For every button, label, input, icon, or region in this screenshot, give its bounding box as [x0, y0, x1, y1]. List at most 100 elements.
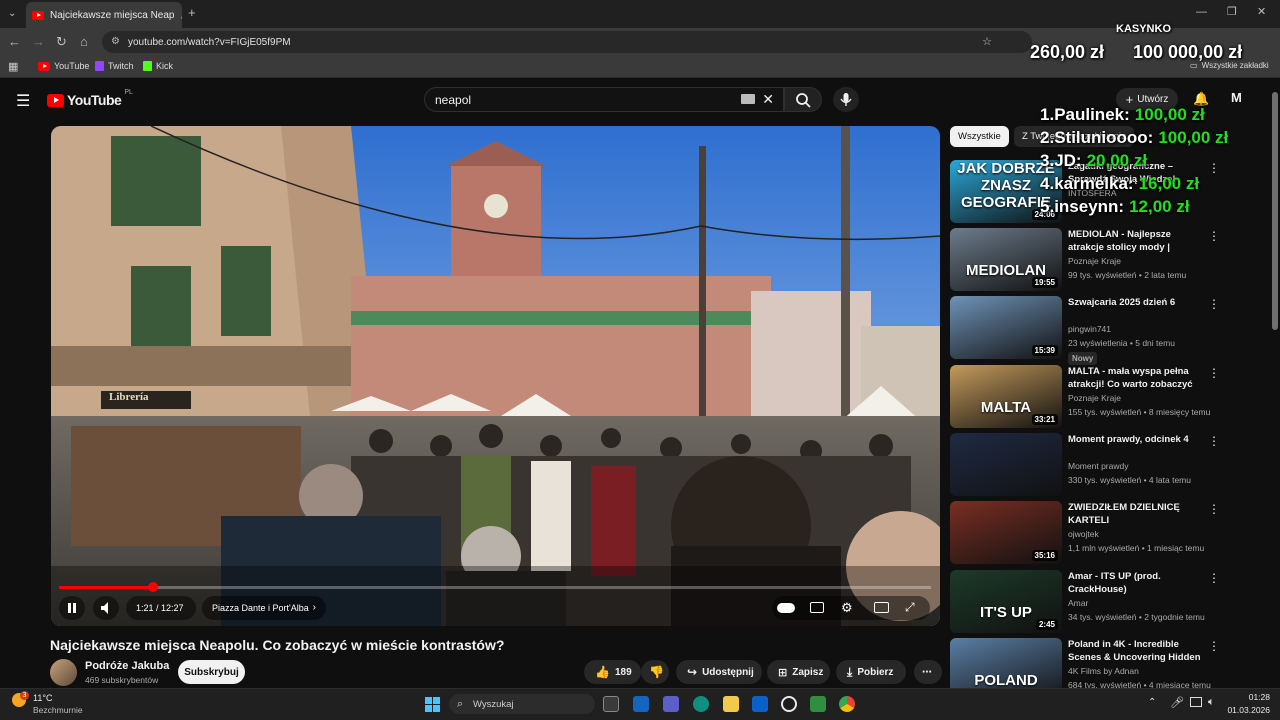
recommendation-title[interactable]: ZWIEDZIŁEM DZIELNICĘ KARTELI [1068, 501, 1204, 527]
recommendation-card[interactable]: MEDIOLAN 19:55 MEDIOLAN - Najlepsze atrakc… [950, 228, 1266, 292]
more-vertical-icon[interactable]: ⋮ [1208, 502, 1220, 516]
bookmark-kick[interactable]: Kick [143, 61, 173, 71]
recommendation-thumbnail[interactable]: MALTA 33:21 [950, 365, 1062, 428]
tab-search-chevron-icon[interactable]: ⌄ [8, 7, 16, 20]
more-vertical-icon[interactable]: ⋮ [1208, 571, 1220, 585]
keyboard-icon[interactable] [741, 94, 755, 104]
bookmark-star-icon[interactable]: ☆ [982, 35, 992, 48]
settings-gear-icon[interactable]: ⚙ [841, 600, 853, 616]
recommendation-title[interactable]: Amar - ITS UP (prod. CrackHouse) [1068, 570, 1204, 596]
chapter-button[interactable]: Piazza Dante i Port'Alba › [202, 596, 326, 620]
recommendation-title[interactable]: Szwajcaria 2025 dzień 6 [1068, 296, 1204, 309]
channel-avatar[interactable] [50, 659, 77, 686]
video-player[interactable]: Librería [51, 126, 940, 626]
download-button[interactable]: ⤓ Pobierz [836, 660, 906, 684]
recommendation-channel[interactable]: Poznaje Kraje [1068, 256, 1121, 266]
tray-overflow-chevron-icon[interactable]: ⌃ [1148, 697, 1156, 708]
recommendation-channel[interactable]: Moment prawdy [1068, 461, 1128, 471]
more-vertical-icon[interactable]: ⋮ [1208, 639, 1220, 653]
photo-app-icon[interactable] [633, 696, 649, 712]
recommendation-thumbnail[interactable]: IT'S UP 2:45 [950, 570, 1062, 633]
page-scrollbar-thumb[interactable] [1272, 92, 1278, 330]
recommendation-card[interactable]: 35:16 ZWIEDZIŁEM DZIELNICĘ KARTELI ojwojte… [950, 501, 1266, 565]
recommendation-thumbnail[interactable]: 15:39 [950, 296, 1062, 359]
seek-bar-handle[interactable] [148, 582, 158, 592]
recommendation-title[interactable]: MEDIOLAN - Najlepsze atrakcje stolicy mo… [1068, 228, 1204, 254]
recommendation-channel[interactable]: pingwin741 [1068, 324, 1111, 334]
miniplayer-icon[interactable] [874, 602, 889, 613]
more-actions-button[interactable]: ⋯ [914, 660, 942, 684]
save-button[interactable]: ⊞ Zapisz [767, 660, 830, 684]
start-windows-icon[interactable] [425, 697, 440, 712]
bookmark-youtube[interactable]: YouTube [38, 61, 89, 71]
mute-button[interactable] [93, 596, 119, 620]
address-bar[interactable]: ⚙ youtube.com/watch?v=FIGjE05f9PM ☆ [102, 31, 1032, 53]
clock-time[interactable]: 01:28 [1222, 692, 1270, 702]
search-button[interactable] [784, 87, 822, 112]
display-tray-icon[interactable] [1190, 697, 1202, 707]
browser-tab-active[interactable]: Najciekawsze miejsca Neap 🔊 ✕ [26, 2, 182, 28]
speaker-tray-icon[interactable]: 🔈︎ [1208, 696, 1215, 709]
recommendation-thumbnail[interactable]: MEDIOLAN 19:55 [950, 228, 1062, 291]
teams-icon[interactable] [663, 696, 679, 712]
app-icon[interactable] [781, 696, 797, 712]
recommendation-thumbnail[interactable] [950, 433, 1062, 496]
window-minimize-icon[interactable]: — [1196, 6, 1207, 19]
new-tab-icon[interactable]: + [188, 6, 196, 19]
like-button[interactable]: 👍 189 [584, 660, 641, 684]
home-icon[interactable]: ⌂ [80, 35, 88, 48]
file-explorer-icon[interactable] [723, 696, 739, 712]
recommendation-card[interactable]: MALTA 33:21 MALTA - mała wyspa pełna atrak… [950, 365, 1266, 429]
share-button[interactable]: ↪ Udostępnij [676, 660, 762, 684]
more-vertical-icon[interactable]: ⋮ [1208, 366, 1220, 380]
chrome-icon[interactable] [839, 696, 855, 712]
clear-search-icon[interactable]: ✕ [762, 91, 774, 108]
recommendation-channel[interactable]: Poznaje Kraje [1068, 393, 1121, 403]
search-input[interactable]: neapol ✕ [424, 87, 784, 112]
recommendation-card[interactable]: Moment prawdy, odcinek 4 Moment prawdy 330… [950, 433, 1266, 497]
site-info-icon[interactable]: ⚙ [111, 36, 120, 47]
reload-icon[interactable]: ↻ [56, 35, 67, 48]
tab-audio-icon[interactable]: 🔊 [181, 10, 183, 21]
task-view-icon[interactable] [603, 696, 619, 712]
fullscreen-icon[interactable]: ⤢ [905, 600, 915, 615]
recommendation-title[interactable]: Moment prawdy, odcinek 4 [1068, 433, 1204, 446]
hamburger-menu-icon[interactable]: ☰ [16, 91, 30, 111]
more-vertical-icon[interactable]: ⋮ [1208, 229, 1220, 243]
edge-icon[interactable] [693, 696, 709, 712]
more-vertical-icon[interactable]: ⋮ [1208, 161, 1220, 175]
dislike-button[interactable]: 👎 [641, 660, 669, 684]
youtube-logo[interactable]: YouTube PL [47, 89, 133, 108]
recommendation-channel[interactable]: ojwojtek [1068, 529, 1099, 539]
microphone-tray-icon[interactable]: 🎤︎ [1170, 696, 1184, 709]
channel-name[interactable]: Podróże Jakuba [85, 660, 169, 672]
recommendation-channel[interactable]: 4K Films by Adnan [1068, 666, 1139, 676]
avatar[interactable]: M [1231, 90, 1247, 106]
subscribe-button[interactable]: Subskrybuj [178, 660, 245, 684]
recommendation-card[interactable]: IT'S UP 2:45 Amar - ITS UP (prod. CrackHou… [950, 570, 1266, 634]
recommendation-title[interactable]: Poland in 4K - Incredible Scenes & Uncov… [1068, 638, 1204, 664]
recommendation-channel[interactable]: Amar [1068, 598, 1088, 608]
chip-all[interactable]: Wszystkie [950, 126, 1009, 147]
subtitles-icon[interactable] [810, 602, 824, 613]
more-vertical-icon[interactable]: ⋮ [1208, 434, 1220, 448]
weather-temp[interactable]: 11°C [33, 693, 52, 703]
bookmark-twitch[interactable]: Twitch [95, 61, 134, 71]
seek-bar[interactable] [59, 586, 931, 589]
pause-button[interactable] [59, 596, 85, 620]
forward-icon[interactable]: → [32, 35, 45, 48]
autoplay-toggle[interactable] [777, 603, 795, 613]
taskbar-search-input[interactable]: ⌕ Wyszukaj [449, 694, 595, 714]
more-vertical-icon[interactable]: ⋮ [1208, 297, 1220, 311]
apps-grid-icon[interactable]: ▦ [8, 60, 18, 73]
back-icon[interactable]: ← [8, 35, 21, 48]
window-close-icon[interactable]: ✕ [1257, 6, 1266, 19]
app-green-icon[interactable] [810, 696, 826, 712]
store-icon[interactable] [752, 696, 768, 712]
recommendation-card[interactable]: 15:39 Szwajcaria 2025 dzień 6 pingwin741 23… [950, 296, 1266, 365]
recommendation-title[interactable]: MALTA - mała wyspa pełna atrakcji! Co wa… [1068, 365, 1204, 391]
window-restore-icon[interactable]: ❐ [1227, 6, 1237, 19]
voice-search-button[interactable] [833, 87, 859, 112]
recommendation-thumbnail[interactable]: 35:16 [950, 501, 1062, 564]
clock-date[interactable]: 01.03.2026 [1222, 705, 1270, 715]
